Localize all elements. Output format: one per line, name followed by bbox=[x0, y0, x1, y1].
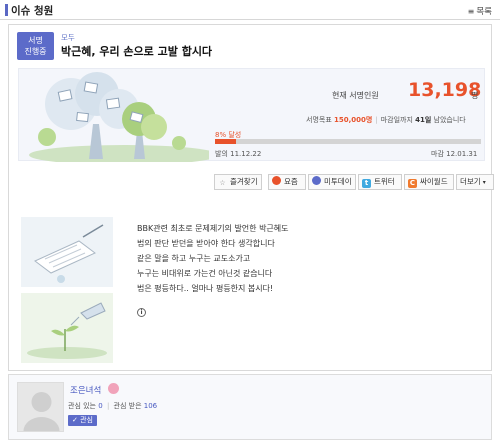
end-date-value: 12.01.31 bbox=[446, 150, 478, 158]
progress-bar-fill bbox=[215, 139, 237, 144]
twitter-label: 트위터 bbox=[374, 177, 395, 186]
heart-icon bbox=[108, 383, 119, 394]
status-badge-line1: 서명 bbox=[28, 36, 43, 45]
list-icon: ≡ bbox=[467, 7, 475, 16]
me2day-icon bbox=[312, 176, 321, 185]
section-header: 이슈 청원 ≡ 목록 bbox=[0, 0, 500, 20]
target-label: 서명목표 bbox=[306, 116, 332, 124]
cyworld-icon: C bbox=[408, 179, 417, 188]
petition-illustration bbox=[29, 72, 209, 162]
deadline-prefix: 마감일까지 bbox=[380, 116, 413, 124]
body-line: BBK관련 최초로 문제제기의 발언한 박근혜도 bbox=[137, 224, 289, 233]
list-link-label: 목록 bbox=[476, 7, 492, 17]
twitter-icon: t bbox=[362, 179, 371, 188]
petition-card: 서명 진행중 모두 박근혜, 우리 손으로 고발 합시다 현재 서명인원 13,… bbox=[8, 24, 494, 371]
body-line: 법은 평등하다.. 얼마나 평등한지 봅시다! bbox=[137, 284, 274, 293]
petition-body: BBK관련 최초로 문제제기의 발언한 박근혜도 법의 판단 받던을 받아야 한… bbox=[137, 221, 289, 296]
end-date: 마감 12.01.31 bbox=[431, 149, 477, 159]
body-illustrations bbox=[21, 217, 113, 363]
default-avatar-icon bbox=[23, 392, 60, 431]
interested-label: 관심 받은 bbox=[113, 402, 142, 410]
target-value: 150,000명 bbox=[334, 116, 373, 124]
start-date-value: 11.12.22 bbox=[230, 150, 262, 158]
cyworld-label: 싸이월드 bbox=[420, 177, 448, 186]
start-label: 발의 bbox=[215, 150, 228, 158]
body-line: 같은 말을 하고 누구는 교도소가고 bbox=[137, 254, 251, 263]
favorite-button[interactable]: ☆ 즐겨찾기 bbox=[214, 174, 262, 190]
avatar[interactable] bbox=[17, 382, 64, 432]
chevron-down-icon: ▾ bbox=[482, 179, 486, 186]
yozm-button[interactable]: 요즘 bbox=[268, 174, 306, 190]
info-icon[interactable]: i bbox=[137, 308, 146, 317]
signers-label: 현재 서명인원 bbox=[332, 91, 379, 100]
petition-category[interactable]: 모두 bbox=[61, 32, 75, 43]
check-icon: ✓ bbox=[72, 416, 78, 424]
end-label: 마감 bbox=[431, 150, 444, 158]
more-share-button[interactable]: 더보기 ▾ bbox=[456, 174, 494, 190]
author-stats: 관심 있는 0 | 관심 받은 106 bbox=[68, 402, 158, 410]
list-link[interactable]: ≡ 목록 bbox=[468, 5, 492, 17]
deadline-days: 41일 bbox=[415, 116, 432, 124]
favorite-label: 즐겨찾기 bbox=[230, 177, 258, 186]
status-badge: 서명 진행중 bbox=[17, 32, 54, 60]
interested-count: 106 bbox=[143, 402, 158, 410]
body-line: 누구는 비대위로 가는건 아닌것 같습니다 bbox=[137, 269, 273, 278]
follow-button[interactable]: ✓ 관심 bbox=[68, 415, 97, 426]
author-box: 조은녀석 관심 있는 0 | 관심 받은 106 ✓ 관심 bbox=[8, 374, 492, 440]
stats-panel: 현재 서명인원 13,198 명 서명목표 150,000명 | 마감일까지 41일… bbox=[18, 68, 485, 162]
me2day-button[interactable]: 미투데이 bbox=[308, 174, 356, 190]
author-name[interactable]: 조은녀석 bbox=[70, 384, 101, 396]
signers-unit: 명 bbox=[471, 91, 479, 100]
petition-title[interactable]: 박근혜, 우리 손으로 고발 합시다 bbox=[61, 43, 212, 59]
interests-count: 0 bbox=[98, 402, 103, 410]
deadline-suffix: 남았습니다 bbox=[433, 116, 466, 124]
status-badge-line2: 진행중 bbox=[24, 47, 47, 56]
more-share-label: 더보기 bbox=[460, 177, 481, 186]
me2day-label: 미투데이 bbox=[324, 177, 352, 186]
interests-label: 관심 있는 bbox=[68, 402, 96, 410]
twitter-button[interactable]: t 트위터 bbox=[358, 174, 402, 190]
star-icon: ☆ bbox=[219, 179, 226, 187]
section-title: 이슈 청원 bbox=[11, 5, 54, 17]
follow-label: 관심 bbox=[80, 416, 93, 424]
cyworld-button[interactable]: C 싸이월드 bbox=[404, 174, 454, 190]
target-line: 서명목표 150,000명 | 마감일까지 41일 남았습니다 bbox=[306, 116, 466, 124]
yozm-icon bbox=[272, 176, 281, 185]
yozm-label: 요즘 bbox=[284, 177, 298, 186]
progress-bar bbox=[215, 139, 481, 144]
body-line: 법의 판단 받던을 받아야 한다 생각합니다 bbox=[137, 239, 275, 248]
header-accent-bar bbox=[5, 4, 8, 16]
start-date: 발의 11.12.22 bbox=[215, 149, 261, 159]
